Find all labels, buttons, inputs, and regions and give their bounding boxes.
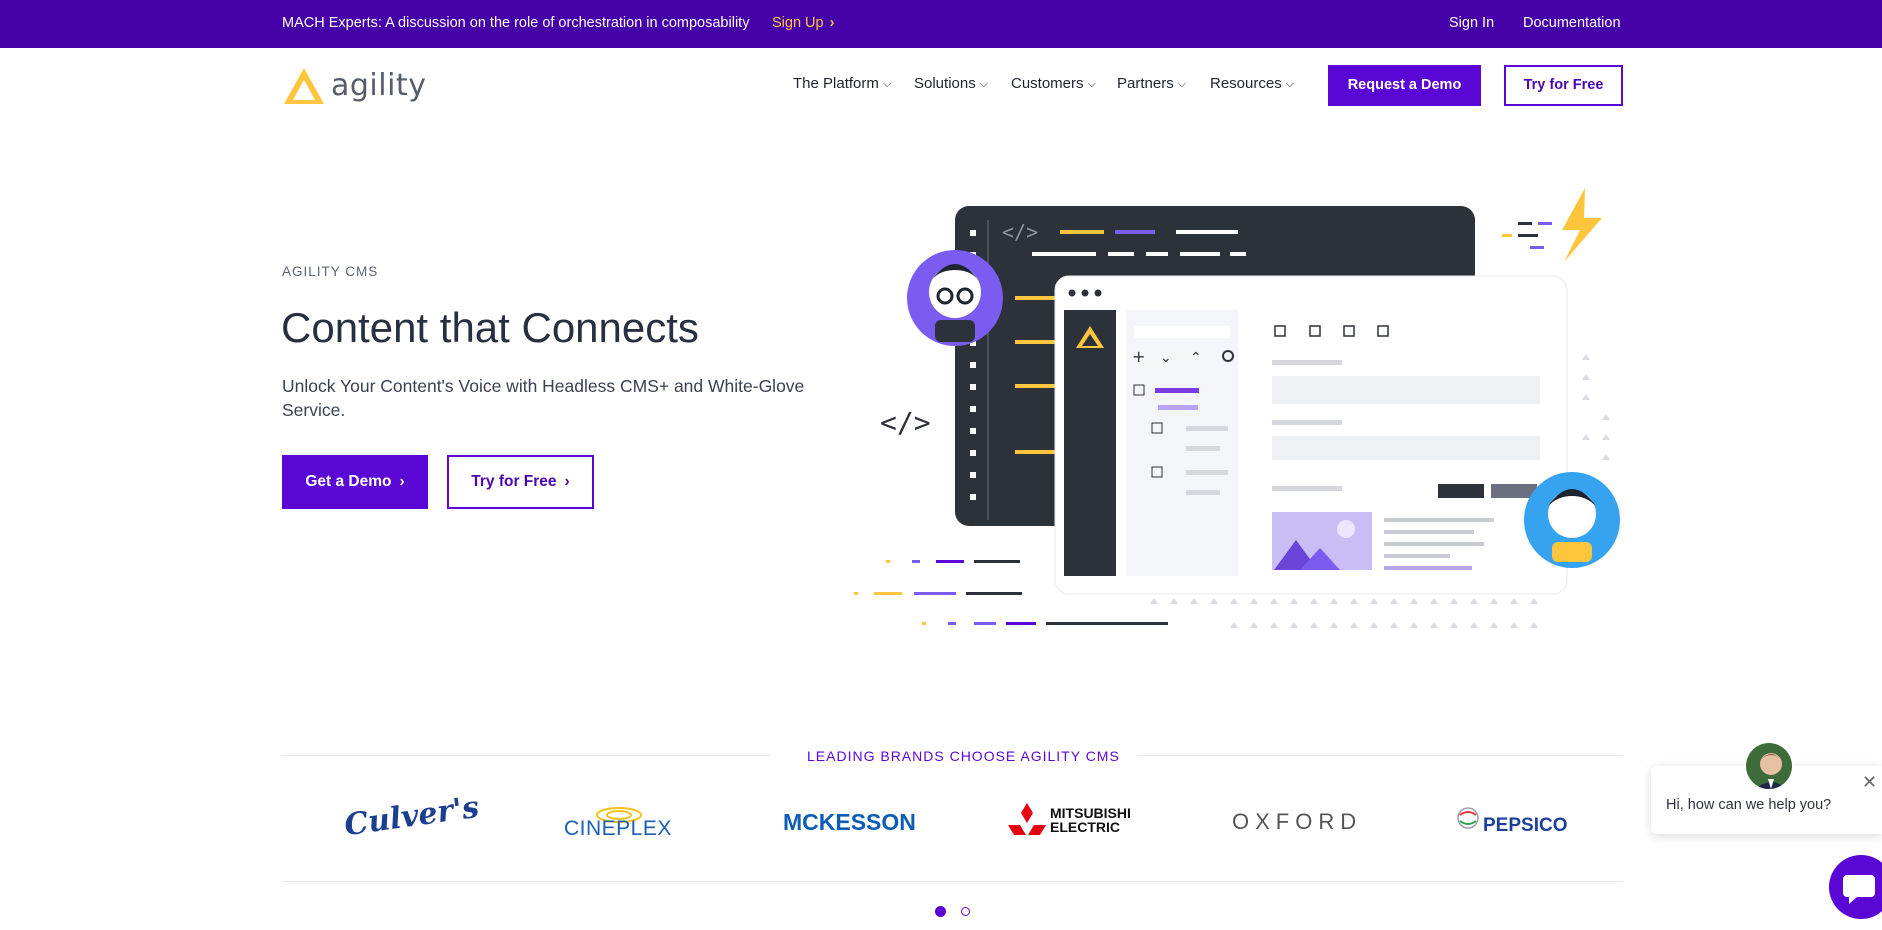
hero-title: Content that Connects: [281, 304, 699, 351]
brands-heading: LEADING BRANDS CHOOSE AGILITY CMS: [807, 748, 1120, 764]
signin-link[interactable]: Sign In: [1449, 15, 1494, 31]
chevron-down-icon: ⌵: [1087, 78, 1096, 90]
get-demo-label: Get a Demo: [305, 473, 392, 490]
nav-item-partners[interactable]: Partners ⌵: [1117, 75, 1186, 92]
try-free-header-button[interactable]: Try for Free: [1504, 65, 1623, 106]
nav-item-solutions[interactable]: Solutions ⌵: [914, 75, 988, 92]
chat-agent-avatar: [1744, 741, 1794, 791]
mitsubishi-subword: ELECTRIC: [1050, 819, 1120, 835]
chat-launcher-button[interactable]: [1829, 855, 1882, 919]
brand-logo-culvers: Culver's: [340, 790, 481, 845]
nav-label: Solutions: [914, 75, 976, 92]
request-demo-button[interactable]: Request a Demo: [1328, 65, 1481, 106]
agility-logo-icon: [284, 68, 324, 104]
chevron-down-icon: ⌵: [979, 78, 989, 90]
pepsico-globe-icon: [1457, 807, 1479, 829]
nav-label: Partners: [1117, 75, 1174, 92]
nav-item-resources[interactable]: Resources ⌵: [1210, 75, 1294, 92]
pepsico-wordmark: PEPSICO: [1483, 815, 1568, 836]
brand-logo-mitsubishi: MITSUBISHI ELECTRIC: [1008, 795, 1131, 845]
chevron-down-icon: ⌵: [1285, 78, 1295, 90]
culvers-wordmark: Culver's: [342, 789, 482, 844]
nav-label: Customers: [1011, 75, 1084, 92]
chat-bubble-icon: [1843, 875, 1875, 904]
chevron-down-icon: ⌵: [1177, 78, 1187, 90]
brands-divider-bottom: [282, 881, 1623, 882]
oxford-wordmark: OXFORD: [1232, 809, 1363, 834]
svg-text:⌄: ⌄: [1160, 350, 1172, 366]
chevron-right-icon: ›: [829, 15, 835, 31]
try-free-hero-button[interactable]: Try for Free ›: [447, 455, 594, 509]
signup-link[interactable]: Sign Up ›: [772, 15, 834, 31]
brands-divider-right: [1138, 755, 1623, 756]
chevron-right-icon: ›: [564, 473, 570, 490]
chevron-down-icon: ⌵: [882, 78, 892, 90]
svg-text:</>: </>: [1002, 220, 1038, 244]
hero-illustration: </> + ⌄ ⌃ </>: [854, 188, 1620, 628]
get-demo-button[interactable]: Get a Demo ›: [282, 455, 428, 509]
chevron-right-icon: ›: [399, 473, 405, 490]
hero-eyebrow: AGILITY CMS: [282, 264, 379, 279]
logo-wordmark: agility: [331, 68, 427, 103]
announcement-bar: MACH Experts: A discussion on the role o…: [0, 0, 1882, 48]
hero-subtitle: Unlock Your Content's Voice with Headles…: [282, 376, 805, 420]
svg-text:⌃: ⌃: [1190, 350, 1202, 366]
mckesson-wordmark: MCKESSON: [783, 809, 916, 835]
try-free-label: Try for Free: [471, 473, 557, 490]
brands-divider-left: [282, 755, 770, 756]
brand-logo-oxford: OXFORD: [1232, 795, 1356, 845]
svg-text:+: +: [1132, 347, 1145, 366]
code-tag-icon: </>: [880, 406, 931, 439]
brand-logo-cineplex: CINEPLEX: [564, 795, 674, 845]
nav-label: Resources: [1210, 75, 1282, 92]
carousel-dot-1[interactable]: [935, 906, 946, 917]
signup-label: Sign Up: [772, 15, 824, 31]
cineplex-wordmark: CINEPLEX: [564, 817, 672, 840]
carousel-dot-2[interactable]: [961, 907, 970, 916]
lightning-icon: [1562, 188, 1602, 262]
nav-item-customers[interactable]: Customers ⌵: [1011, 75, 1096, 92]
chat-message: Hi, how can we help you?: [1666, 797, 1832, 813]
brand-logo-mckesson: MCKESSON: [783, 795, 916, 845]
documentation-link[interactable]: Documentation: [1523, 15, 1621, 31]
close-icon[interactable]: ✕: [1862, 772, 1877, 793]
announcement-text: MACH Experts: A discussion on the role o…: [282, 15, 750, 31]
brand-logo-pepsico: PEPSICO: [1457, 795, 1579, 845]
nav-item-platform[interactable]: The Platform ⌵: [793, 75, 891, 92]
mitsubishi-diamonds-icon: [1008, 803, 1046, 835]
nav-label: The Platform: [793, 75, 879, 92]
